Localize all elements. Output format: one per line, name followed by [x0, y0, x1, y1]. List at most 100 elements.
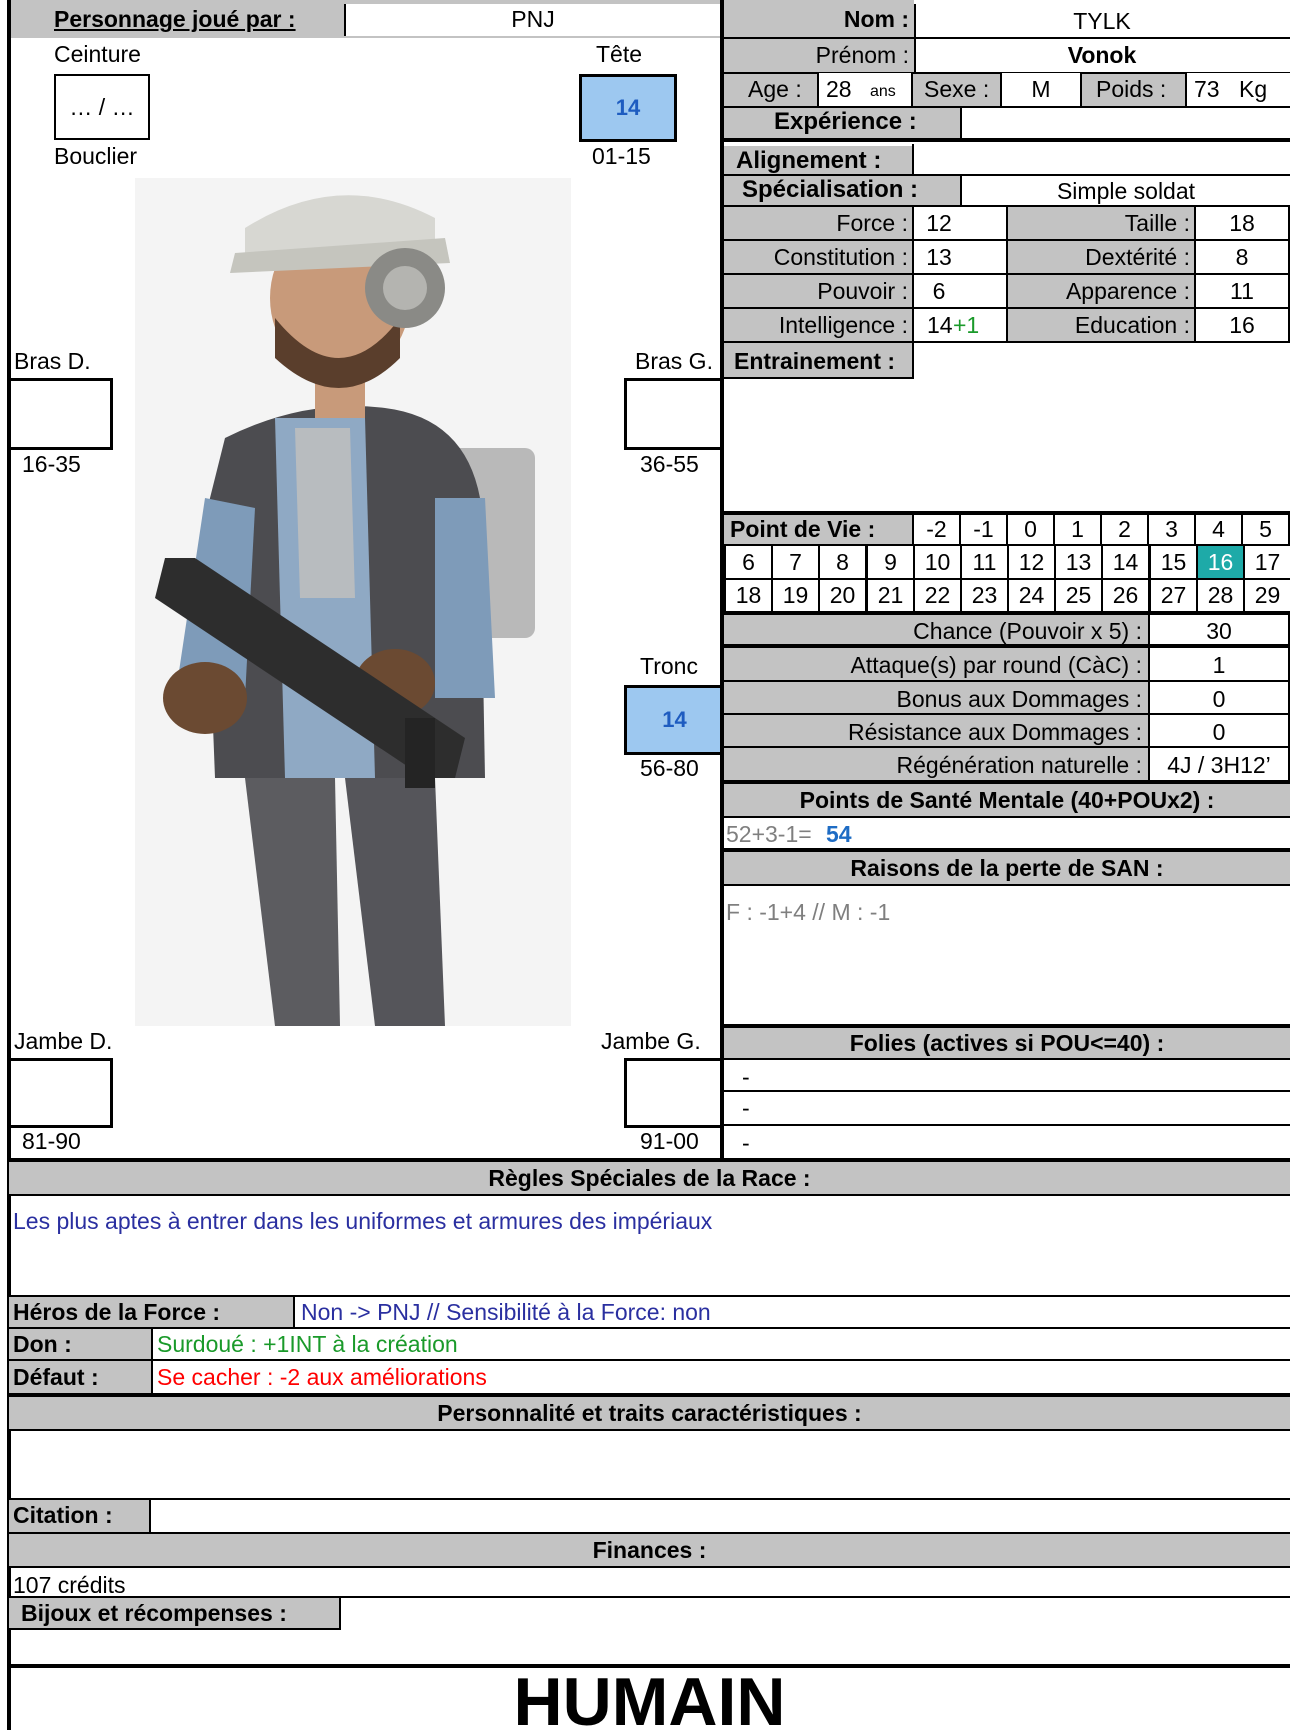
alignment-label: Alignement :	[736, 147, 882, 174]
hit-point-cell[interactable]: 16	[1196, 544, 1245, 580]
jewels-area[interactable]	[9, 1630, 1290, 1664]
dexterity-label: Dextérité :	[1085, 244, 1190, 270]
right-leg-location[interactable]	[10, 1058, 113, 1128]
character-portrait	[135, 178, 571, 1026]
hit-point-cell[interactable]: 18	[724, 578, 773, 613]
madness-item[interactable]: -	[742, 1066, 750, 1089]
alignment-field[interactable]	[914, 146, 1290, 176]
hit-point-cell[interactable]: 10	[913, 544, 962, 580]
jewels-label: Bijoux et récompenses :	[21, 1600, 287, 1626]
shield-label: Bouclier	[54, 143, 138, 169]
weight-label: Poids :	[1096, 76, 1167, 102]
hit-point-cell[interactable]: 19	[771, 578, 820, 613]
hit-point-cell[interactable]: 21	[866, 578, 915, 613]
hit-point-cell[interactable]: 23	[960, 578, 1009, 613]
trunk-location[interactable]: 14	[624, 685, 722, 755]
intelligence-value[interactable]: 14	[927, 314, 953, 337]
hit-point-cell[interactable]: 29	[1243, 578, 1290, 613]
experience-field[interactable]	[962, 108, 1290, 138]
damage-resistance-label: Résistance aux Dommages :	[847, 719, 1142, 745]
sex-value[interactable]: M	[1000, 78, 1082, 101]
finances-value[interactable]: 107 crédits	[13, 1574, 126, 1597]
race-rules-label: Règles Spéciales de la Race :	[488, 1165, 811, 1191]
hit-point-cell[interactable]: 24	[1007, 578, 1056, 613]
size-label: Taille :	[1124, 210, 1190, 236]
size-value[interactable]: 18	[1196, 212, 1288, 235]
hit-point-cell[interactable]: 7	[771, 544, 820, 580]
constitution-value[interactable]: 13	[914, 246, 964, 269]
hit-point-cell[interactable]: 5	[1241, 513, 1290, 546]
age-value[interactable]: 28	[826, 78, 852, 101]
training-area[interactable]	[724, 380, 1290, 510]
power-value[interactable]: 6	[914, 280, 964, 303]
sanity-total[interactable]: 54	[826, 823, 852, 846]
race-title: HUMAIN	[513, 1664, 786, 1730]
madness-item[interactable]: -	[742, 1097, 750, 1120]
hit-point-cell[interactable]: 12	[1007, 544, 1056, 580]
education-label: Education :	[1074, 312, 1190, 338]
force-hero-value[interactable]: Non -> PNJ // Sensibilité à la Force: no…	[301, 1301, 711, 1324]
hit-point-cell[interactable]: 6	[724, 544, 773, 580]
damage-resistance-value[interactable]: 0	[1150, 721, 1288, 744]
head-label: Tête	[596, 41, 643, 67]
education-value[interactable]: 16	[1196, 314, 1288, 337]
regeneration-value[interactable]: 4J / 3H12’	[1150, 754, 1288, 777]
firstname-label: Prénom :	[815, 42, 909, 68]
right-leg-label: Jambe D.	[14, 1028, 113, 1054]
left-arm-location[interactable]	[624, 378, 722, 450]
damage-bonus-value[interactable]: 0	[1150, 688, 1288, 711]
force-value[interactable]: 12	[914, 212, 964, 235]
hit-point-cell[interactable]: 9	[866, 544, 915, 580]
force-hero-label: Héros de la Force :	[13, 1299, 221, 1325]
right-arm-range: 16-35	[22, 451, 81, 477]
head-location[interactable]: 14	[579, 74, 677, 142]
left-arm-range: 36-55	[640, 451, 699, 477]
hit-point-cell[interactable]: 2	[1100, 513, 1149, 546]
sanity-loss-value[interactable]: F : -1+4 // M : -1	[726, 901, 890, 924]
attacks-value[interactable]: 1	[1150, 654, 1288, 677]
weight-value[interactable]: 73	[1194, 78, 1220, 101]
specialisation-value[interactable]: Simple soldat	[962, 180, 1290, 203]
specialisation-label: Spécialisation :	[742, 176, 919, 203]
age-unit: ans	[870, 83, 896, 100]
hit-point-cell[interactable]: 25	[1054, 578, 1103, 613]
belt-box[interactable]: … / …	[54, 74, 150, 140]
personality-area[interactable]	[9, 1431, 1290, 1498]
hit-point-cell[interactable]: 0	[1006, 513, 1055, 546]
training-label: Entrainement :	[734, 348, 896, 374]
dexterity-value[interactable]: 8	[1196, 246, 1288, 269]
quote-field[interactable]	[151, 1500, 1290, 1532]
hit-point-cell[interactable]: 1	[1053, 513, 1102, 546]
hit-point-cell[interactable]: 20	[818, 578, 867, 613]
hit-point-cell[interactable]: 15	[1149, 544, 1198, 580]
trunk-range: 56-80	[640, 755, 699, 781]
firstname-value[interactable]: Vonok	[914, 44, 1290, 67]
hit-point-cell[interactable]: 3	[1147, 513, 1196, 546]
hit-point-cell[interactable]: -1	[959, 513, 1008, 546]
hit-point-cell[interactable]: 8	[818, 544, 867, 580]
appearance-value[interactable]: 11	[1196, 280, 1288, 303]
luck-value[interactable]: 30	[1150, 620, 1288, 643]
right-arm-label: Bras D.	[14, 348, 91, 374]
right-arm-location[interactable]	[10, 378, 113, 450]
left-leg-location[interactable]	[624, 1058, 722, 1128]
hit-point-cell[interactable]: 26	[1101, 578, 1150, 613]
madness-item[interactable]: -	[742, 1132, 750, 1155]
luck-label: Chance (Pouvoir x 5) :	[913, 618, 1142, 644]
hit-point-cell[interactable]: 13	[1054, 544, 1103, 580]
hit-point-cell[interactable]: 4	[1194, 513, 1243, 546]
name-value[interactable]: TYLK	[914, 10, 1290, 33]
race-rules-value[interactable]: Les plus aptes à entrer dans les uniform…	[13, 1210, 712, 1233]
hit-point-cell[interactable]: 17	[1243, 544, 1290, 580]
hit-point-cell[interactable]: 11	[960, 544, 1009, 580]
gift-value[interactable]: Surdoué : +1INT à la création	[157, 1333, 458, 1356]
hit-point-cell[interactable]: 22	[913, 578, 962, 613]
hit-point-cell[interactable]: -2	[912, 513, 961, 546]
hit-point-cell[interactable]: 28	[1196, 578, 1245, 613]
hit-point-cell[interactable]: 27	[1149, 578, 1198, 613]
hit-point-cell[interactable]: 14	[1101, 544, 1150, 580]
finances-label: Finances :	[592, 1537, 707, 1563]
name-label: Nom :	[843, 6, 909, 32]
flaw-value[interactable]: Se cacher : -2 aux améliorations	[157, 1366, 487, 1389]
trunk-label: Tronc	[640, 653, 698, 679]
